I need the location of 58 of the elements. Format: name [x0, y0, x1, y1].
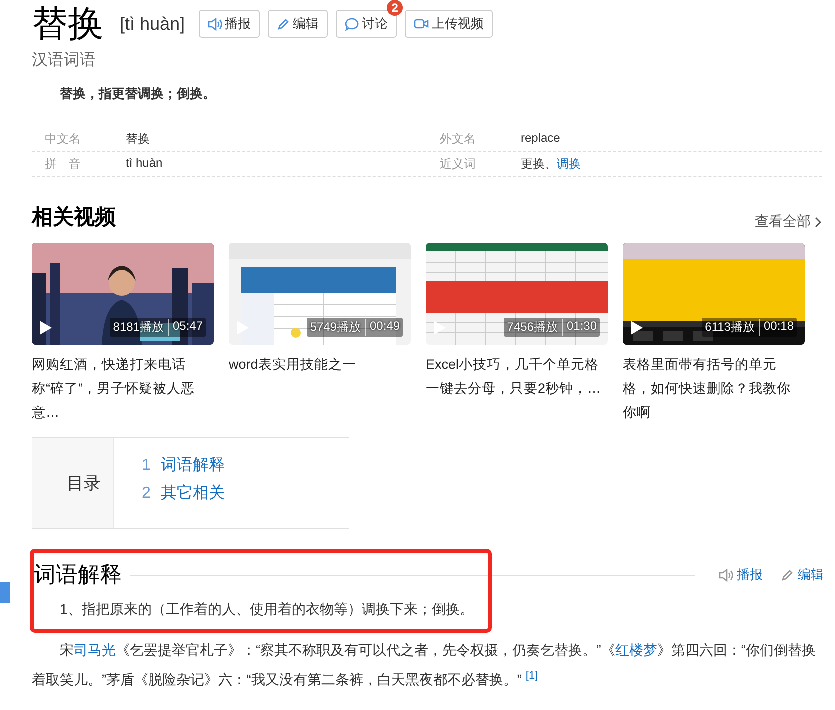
- play-count: 5749播放: [310, 319, 361, 336]
- info-label: 外文名: [439, 130, 477, 148]
- play-icon: [434, 320, 446, 334]
- toc-number: 1: [142, 456, 151, 476]
- play-count: 6113播放: [705, 319, 755, 336]
- speak-button[interactable]: 播报: [199, 10, 260, 38]
- speak-link[interactable]: 播报: [719, 566, 763, 584]
- speaker-icon: [719, 568, 733, 582]
- entry-category: 汉语词语: [32, 51, 97, 71]
- video-duration: 05:47: [168, 319, 203, 336]
- edit-button[interactable]: 编辑: [268, 10, 328, 38]
- section-heading: 词语解释: [34, 561, 122, 589]
- toc-link[interactable]: 词语解释: [160, 452, 225, 480]
- play-count: 7456播放: [507, 319, 558, 336]
- play-count: 8181播放: [113, 319, 164, 336]
- pencil-icon: [277, 18, 290, 30]
- video-title[interactable]: 表格里面带有括号的单元格，如何快速删除？我教你你啊: [623, 353, 803, 425]
- info-value: 替换: [126, 130, 150, 148]
- link[interactable]: 红楼梦: [615, 642, 658, 658]
- section-marker: [0, 582, 10, 603]
- video-duration: 00:49: [364, 319, 400, 336]
- quote-paragraph: 宋司马光《乞罢提举官札子》：“察其不称职及有可以代之者，先令权摄，仍奏乞替换。”《红楼梦》第四六回：“你们倒替换着取笑儿。”茅盾《脱险杂记》六：“我又没有第二条裤，白天黑夜都不必替换。” $^{[1]}$: [32, 641, 817, 690]
- view-all-link[interactable]: 查看全部: [755, 213, 822, 231]
- chevron-right-icon: [815, 216, 822, 228]
- summary-text: 替换，指更替调换；倒换。: [60, 85, 217, 103]
- video-title[interactable]: 网购红酒，快递打来电话称“碎了”，男子怀疑被人恶意…: [32, 353, 212, 425]
- info-value: 更换、调换: [521, 156, 581, 172]
- pinyin: [tì huàn]: [120, 14, 186, 34]
- entry-title: 替换: [32, 2, 104, 46]
- info-value: tì huàn: [126, 156, 163, 172]
- info-label: 近义词: [439, 156, 477, 172]
- video-camera-icon: [414, 18, 430, 30]
- play-icon: [631, 320, 643, 334]
- toc-number: 2: [142, 484, 151, 504]
- video-title[interactable]: word表实用技能之一: [229, 353, 409, 377]
- chat-bubble-icon: [345, 18, 360, 30]
- video-duration: 01:30: [562, 319, 597, 336]
- definition-text: 1、指把原来的（工作着的人、使用着的衣物等）调换下来；倒换。: [60, 601, 475, 619]
- info-label: 中文名: [44, 130, 82, 148]
- play-icon: [40, 320, 52, 334]
- info-value: replace: [521, 130, 560, 146]
- upload-video-button[interactable]: 上传视频: [405, 10, 494, 38]
- link[interactable]: 司马光: [74, 642, 116, 658]
- link[interactable]: 调换: [557, 156, 581, 170]
- section-heading: 相关视频: [32, 205, 116, 231]
- pencil-icon: [781, 568, 794, 582]
- info-label: 拼 音: [44, 156, 82, 172]
- toc-title: 目录: [67, 472, 101, 494]
- video-thumbnail[interactable]: 8181播放 05:47: [32, 243, 214, 345]
- edit-link[interactable]: 编辑: [781, 566, 824, 584]
- toc-link[interactable]: 其它相关: [160, 480, 225, 508]
- video-duration: 00:18: [758, 319, 794, 336]
- video-title[interactable]: Excel小技巧，几千个单元格一键去分母，只要2秒钟，…: [426, 353, 606, 401]
- video-thumbnail[interactable]: 7456播放 01:30: [426, 243, 608, 345]
- video-thumbnail[interactable]: 6113播放 00:18: [623, 243, 805, 345]
- count-badge: 2: [387, 0, 404, 16]
- speaker-icon: [208, 18, 222, 30]
- footnote-link[interactable]: [1]: [526, 670, 538, 682]
